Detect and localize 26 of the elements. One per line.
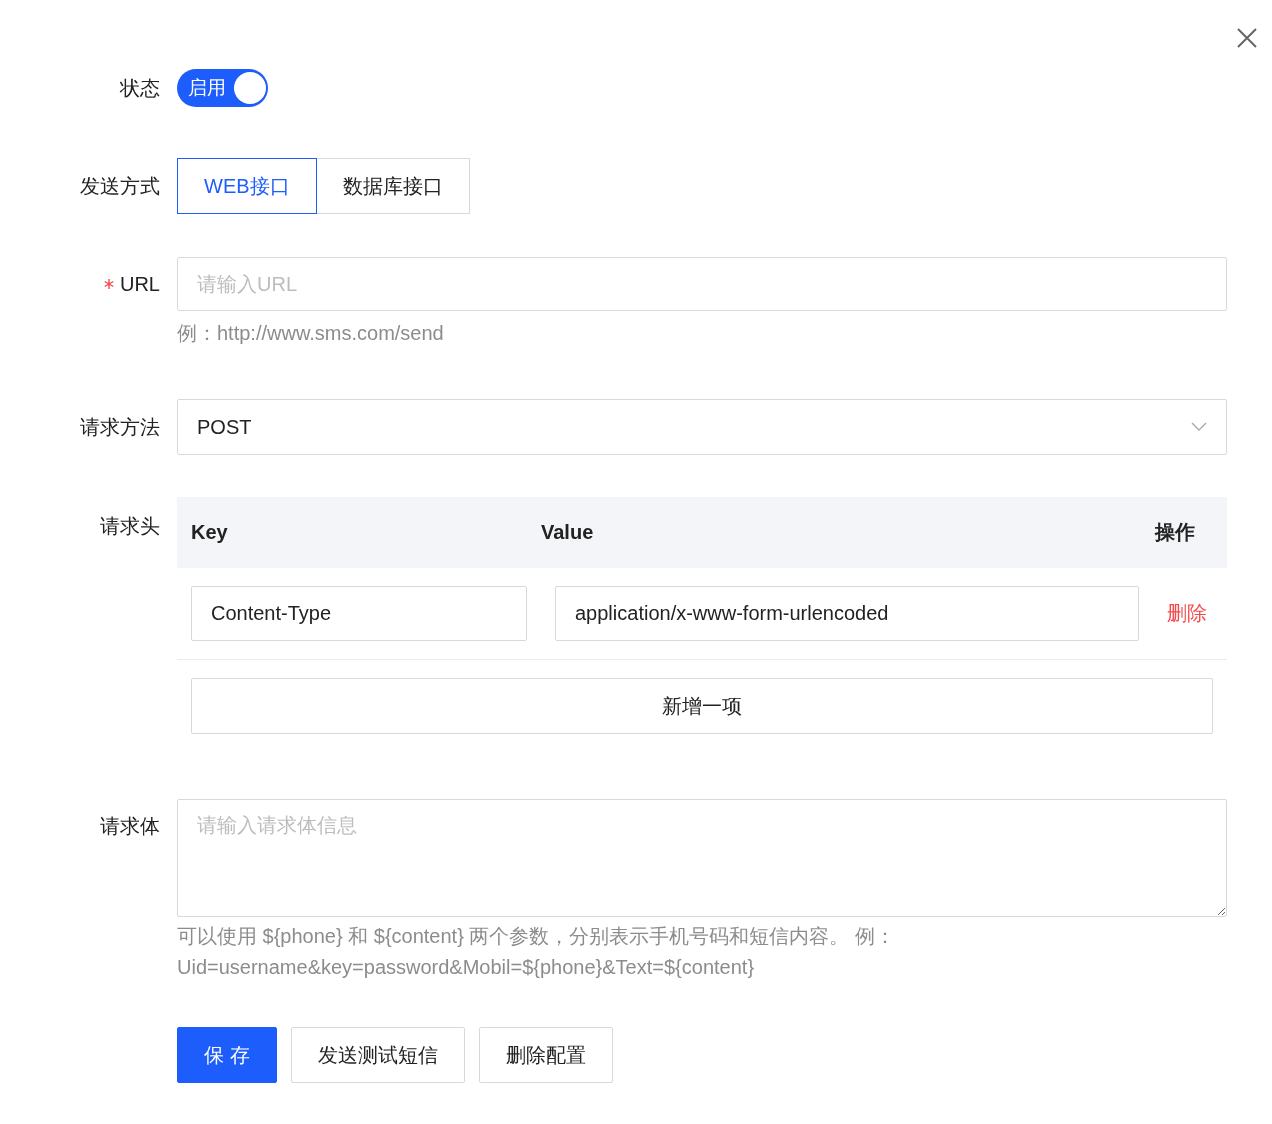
field-label: URL (120, 272, 160, 296)
column-header: Value (541, 521, 595, 544)
field-label: 请求方法 (80, 414, 160, 440)
field-label: 请求体 (100, 814, 160, 839)
hint-text: 可以使用 ${phone} 和 ${content} 两个参数，分别表示手机号码和短信内容。 例： Uid=username&key=password&Mobil=${phone}&Text=${content} (177, 924, 896, 980)
field-label: 发送方式 (80, 173, 160, 199)
close-icon[interactable] (1237, 28, 1257, 48)
url-field[interactable]: 请输入URL (177, 257, 1227, 311)
method-select[interactable]: POST (177, 399, 1227, 455)
radio-button[interactable]: 数据库接口 (316, 158, 470, 214)
column-header: Key (190, 521, 229, 544)
status-toggle[interactable]: 启用 (177, 69, 268, 107)
save-button[interactable]: 保 存 (177, 1027, 277, 1083)
delete-link[interactable]: 删除 (1167, 600, 1207, 627)
column-header: 操作 (1155, 520, 1196, 545)
hint-text: 例：http://www.sms.com/send (177, 321, 445, 346)
field-label: 状态 (120, 75, 160, 101)
value-field[interactable]: application/x-www-form-urlencoded (555, 586, 1139, 641)
radio-button[interactable]: WEB接口 (177, 158, 317, 214)
field-label: 请求头 (100, 514, 160, 539)
action-button[interactable]: 删除配置 (478, 1027, 613, 1083)
key-field[interactable]: Content-Type (191, 586, 527, 641)
chevron-down-icon (1191, 422, 1207, 432)
body-field[interactable]: 请输入请求体信息 (177, 799, 1227, 917)
add-item-button[interactable]: 新增一项 (191, 678, 1213, 734)
action-button[interactable]: 发送测试短信 (290, 1027, 465, 1083)
